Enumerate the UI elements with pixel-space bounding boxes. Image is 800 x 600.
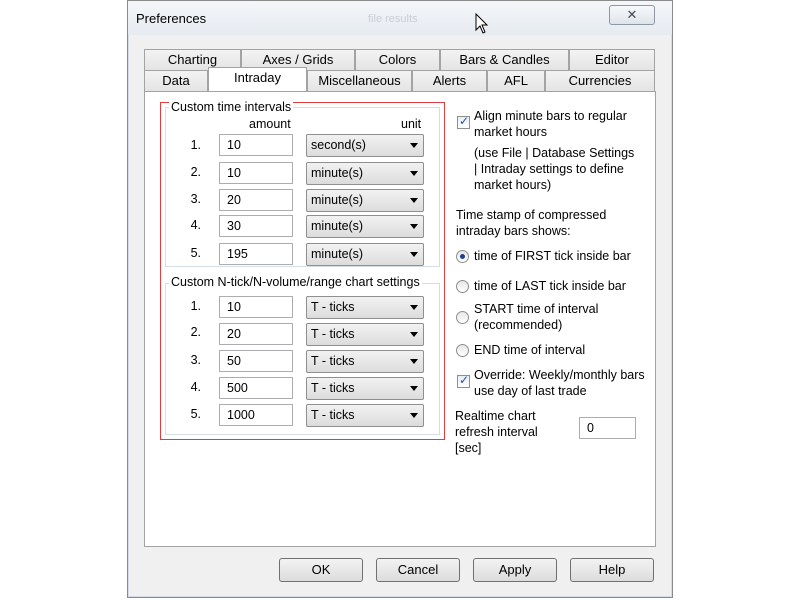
help-button[interactable]: Help xyxy=(570,558,654,582)
radio-first-tick[interactable] xyxy=(456,250,469,263)
tab-bars-candles[interactable]: Bars & Candles xyxy=(440,49,569,70)
tab-editor[interactable]: Editor xyxy=(569,49,655,70)
timestamp-label-line2: intraday bars shows: xyxy=(456,224,571,238)
override-weekly-monthly-checkbox[interactable] xyxy=(457,373,470,388)
custom-time-intervals-label: Custom time intervals xyxy=(169,100,294,114)
interval-unit-select[interactable]: minute(s) xyxy=(306,162,424,185)
radio-start-time[interactable] xyxy=(456,311,469,324)
align-minute-bars-label-line1: Align minute bars to regular xyxy=(474,109,627,123)
dropdown-arrow-icon xyxy=(410,359,418,364)
ntick-row-number: 5. xyxy=(190,407,201,421)
ntick-amount-field[interactable] xyxy=(219,350,293,372)
ntick-unit-value: T - ticks xyxy=(311,408,355,422)
market-hours-note-line3: market hours) xyxy=(474,178,552,192)
interval-unit-value: minute(s) xyxy=(311,247,364,261)
dropdown-arrow-icon xyxy=(410,143,418,148)
ok-button[interactable]: OK xyxy=(279,558,363,582)
interval-unit-select[interactable]: minute(s) xyxy=(306,215,424,238)
market-hours-note-line1: (use File | Database Settings xyxy=(474,146,635,160)
refresh-interval-label-line3: [sec] xyxy=(455,441,482,455)
tab-data[interactable]: Data xyxy=(144,70,208,91)
interval-unit-value: second(s) xyxy=(311,138,366,152)
override-label-line1: Override: Weekly/monthly bars xyxy=(474,368,645,382)
radio-last-tick[interactable] xyxy=(456,280,469,293)
ntick-amount-field[interactable] xyxy=(219,377,293,399)
apply-button[interactable]: Apply xyxy=(473,558,557,582)
ntick-unit-select[interactable]: T - ticks xyxy=(306,350,424,373)
dropdown-arrow-icon xyxy=(410,305,418,310)
tab-alerts[interactable]: Alerts xyxy=(412,70,487,91)
radio-end-time[interactable] xyxy=(456,344,469,357)
intraday-panel: Custom time intervals amount unit 1. sec… xyxy=(144,91,656,547)
cancel-button[interactable]: Cancel xyxy=(376,558,460,582)
interval-row-number: 2. xyxy=(190,165,201,179)
radio-first-tick-label: time of FIRST tick inside bar xyxy=(474,249,631,263)
interval-amount-field[interactable] xyxy=(219,189,293,211)
amount-column-header: amount xyxy=(249,117,291,131)
radio-end-time-label: END time of interval xyxy=(474,343,586,357)
market-hours-note-line2: | Intraday settings to define xyxy=(474,162,624,176)
ntick-unit-select[interactable]: T - ticks xyxy=(306,323,424,346)
ntick-amount-field[interactable] xyxy=(219,323,293,345)
refresh-interval-field[interactable] xyxy=(579,417,636,439)
interval-amount-field[interactable] xyxy=(219,215,293,237)
interval-unit-select[interactable]: minute(s) xyxy=(306,243,424,266)
refresh-interval-label-line1: Realtime chart xyxy=(455,409,536,423)
tab-currencies[interactable]: Currencies xyxy=(545,70,655,91)
ntick-unit-value: T - ticks xyxy=(311,327,355,341)
custom-ntick-label: Custom N-tick/N-volume/range chart setti… xyxy=(169,275,422,289)
override-label-line2: use day of last trade xyxy=(474,384,587,398)
interval-amount-field[interactable] xyxy=(219,162,293,184)
interval-row-number: 3. xyxy=(190,192,201,206)
interval-unit-value: minute(s) xyxy=(311,193,364,207)
refresh-interval-label-line2: refresh interval xyxy=(455,425,538,439)
ntick-unit-value: T - ticks xyxy=(311,354,355,368)
interval-row-number: 4. xyxy=(190,218,201,232)
interval-unit-value: minute(s) xyxy=(311,166,364,180)
dropdown-arrow-icon xyxy=(410,252,418,257)
dropdown-arrow-icon xyxy=(410,332,418,337)
ntick-row-number: 2. xyxy=(190,325,201,339)
ntick-amount-field[interactable] xyxy=(219,404,293,426)
interval-unit-value: minute(s) xyxy=(311,219,364,233)
preferences-dialog: Preferences file results ✕ Charting Axes… xyxy=(127,0,673,598)
dropdown-arrow-icon xyxy=(410,171,418,176)
title-bar: Preferences file results ✕ xyxy=(128,1,672,35)
tab-afl[interactable]: AFL xyxy=(487,70,545,91)
interval-row-number: 5. xyxy=(190,246,201,260)
interval-amount-field[interactable] xyxy=(219,134,293,156)
ntick-unit-select[interactable]: T - ticks xyxy=(306,404,424,427)
ntick-unit-value: T - ticks xyxy=(311,300,355,314)
ntick-unit-select[interactable]: T - ticks xyxy=(306,377,424,400)
radio-start-time-label-line2: (recommended) xyxy=(474,318,563,332)
ntick-row-number: 1. xyxy=(190,299,201,313)
window-title: Preferences xyxy=(136,11,207,26)
interval-unit-select[interactable]: minute(s) xyxy=(306,189,424,212)
align-minute-bars-label-line2: market hours xyxy=(474,125,547,139)
align-minute-bars-checkbox[interactable] xyxy=(457,114,470,129)
interval-amount-field[interactable] xyxy=(219,243,293,265)
ntick-amount-field[interactable] xyxy=(219,296,293,318)
dropdown-arrow-icon xyxy=(410,413,418,418)
unit-column-header: unit xyxy=(401,117,422,131)
tab-miscellaneous[interactable]: Miscellaneous xyxy=(307,70,412,91)
interval-unit-select[interactable]: second(s) xyxy=(306,134,424,157)
ntick-unit-select[interactable]: T - ticks xyxy=(306,296,424,319)
tab-colors[interactable]: Colors xyxy=(355,49,440,70)
dropdown-arrow-icon xyxy=(410,198,418,203)
ntick-unit-value: T - ticks xyxy=(311,381,355,395)
interval-row-number: 1. xyxy=(190,138,201,152)
radio-start-time-label-line1: START time of interval xyxy=(474,302,599,316)
mouse-pointer-icon xyxy=(475,13,489,34)
faded-window-title: file results xyxy=(368,13,418,25)
close-button[interactable]: ✕ xyxy=(609,5,655,25)
dropdown-arrow-icon xyxy=(410,224,418,229)
ntick-row-number: 3. xyxy=(190,353,201,367)
timestamp-label-line1: Time stamp of compressed xyxy=(456,208,607,222)
ntick-row-number: 4. xyxy=(190,380,201,394)
tab-intraday[interactable]: Intraday xyxy=(208,67,307,91)
radio-last-tick-label: time of LAST tick inside bar xyxy=(474,279,626,293)
dropdown-arrow-icon xyxy=(410,386,418,391)
